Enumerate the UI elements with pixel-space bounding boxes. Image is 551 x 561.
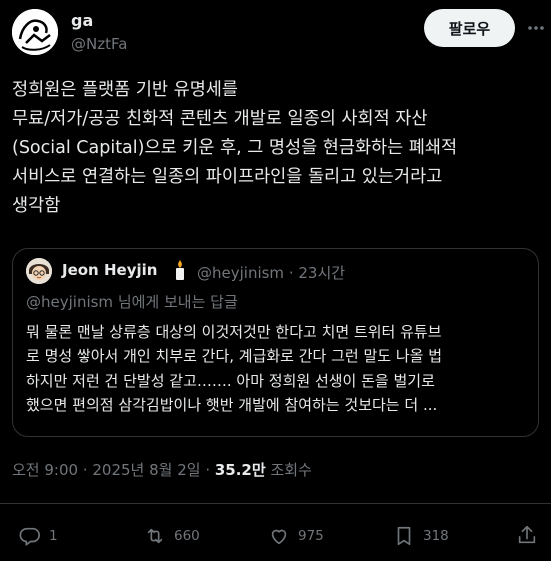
bookmark-icon (397, 526, 411, 546)
reply-icon (19, 527, 40, 546)
divider (0, 503, 551, 504)
heart-icon (271, 529, 287, 545)
bookmark-count: 318 (423, 528, 449, 544)
retweet-icon (147, 528, 163, 544)
bookmark-button[interactable]: 318 (393, 524, 449, 548)
like-button[interactable]: 975 (268, 524, 324, 548)
retweet-count: 660 (174, 528, 200, 544)
quote-author-name[interactable]: Jeon Heyjin (62, 261, 157, 279)
quote-avatar[interactable] (26, 258, 52, 284)
view-count-label: 조회수 (265, 461, 312, 479)
tweet-timestamp[interactable]: 오전 9:00 · 2025년 8월 2일 · (12, 461, 215, 479)
quoted-tweet[interactable]: Jeon Heyjin @heyjinism · 23시간 @heyjinism… (12, 248, 539, 437)
quote-text: 뭐 물론 맨날 상류층 대상의 이것저것만 한다고 치면 트위터 유튜브 로 명… (26, 323, 443, 414)
share-icon[interactable] (516, 524, 538, 546)
reply-button[interactable]: 1 (19, 524, 58, 548)
more-options-icon[interactable] (526, 18, 546, 38)
tweet-text: 정희원은 플랫폼 기반 유명세를 무료/저가/공공 친화적 콘텐츠 개발로 일종… (12, 80, 458, 216)
author-avatar[interactable] (12, 9, 58, 55)
follow-button[interactable]: 팔로우 (424, 9, 515, 47)
retweet-button[interactable]: 660 (144, 524, 200, 548)
view-count: 35.2만 (214, 461, 266, 479)
author-name[interactable]: ga (71, 11, 93, 30)
author-handle[interactable]: @NztFa (71, 35, 127, 53)
tweet-meta: 오전 9:00 · 2025년 8월 2일 · 35.2만 조회수 (12, 459, 312, 480)
quote-reply-to: @heyjinism 님에게 보내는 답글 (26, 293, 238, 311)
reply-count: 1 (49, 528, 58, 544)
candle-icon (173, 259, 187, 281)
quote-author-handle-time[interactable]: @heyjinism · 23시간 (197, 262, 345, 283)
like-count: 975 (298, 528, 324, 544)
